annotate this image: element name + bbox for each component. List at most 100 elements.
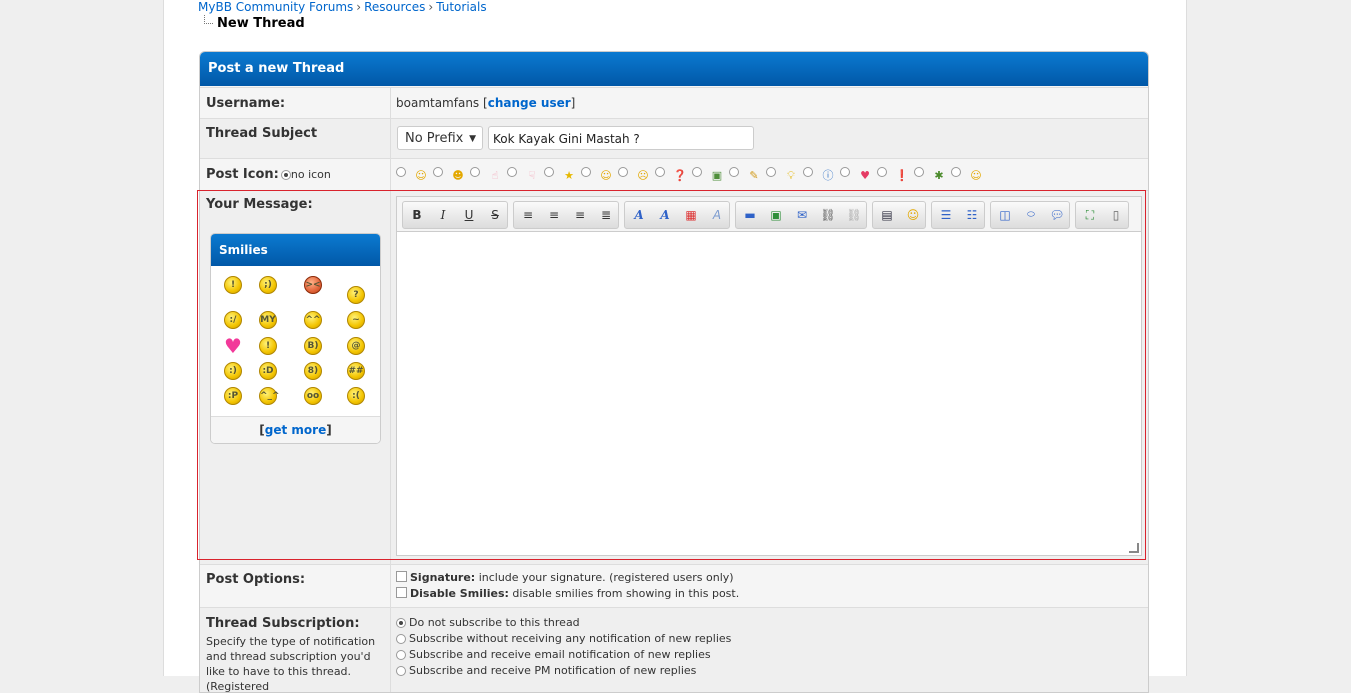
post-icon-label: Post Icon: no icon [206, 167, 331, 182]
shades-smiley-icon[interactable]: 8) [304, 362, 322, 380]
post-icon-radio[interactable] [766, 167, 776, 177]
font-size-icon[interactable]: A [655, 206, 675, 224]
post-icon-radio[interactable] [470, 167, 480, 177]
video-icon[interactable]: ▤ [877, 206, 897, 224]
post-icon-radio[interactable] [951, 167, 961, 177]
happy-smiley-icon[interactable]: :D [259, 362, 277, 380]
insert-image-icon[interactable]: ▣ [766, 206, 786, 224]
post-icon-radio[interactable] [840, 167, 850, 177]
post-icon-radio[interactable] [877, 167, 887, 177]
smilies-title: Smilies [211, 234, 380, 266]
horizontal-rule-icon[interactable]: ▬ [740, 206, 760, 224]
tongue-smiley-icon[interactable]: :P [224, 387, 242, 405]
resize-handle-icon[interactable] [1129, 543, 1139, 553]
breadcrumb-separator: › [428, 0, 434, 14]
subscription-row: Thread Subscription: Specify the type of… [200, 607, 1148, 692]
grin-smiley-icon[interactable]: ## [347, 362, 365, 380]
bullet-list-icon[interactable]: ☰ [936, 206, 956, 224]
subscription-option: Subscribe without receiving any notifica… [396, 632, 731, 645]
post-icon-radio[interactable] [433, 167, 443, 177]
font-color-icon[interactable]: ▦ [681, 206, 701, 224]
thumbs-down-icon: ☟ [528, 169, 536, 182]
align-right-icon[interactable]: ≡ [570, 206, 590, 224]
blush-smiley-icon[interactable]: ^_^ [259, 387, 280, 405]
post-icon-radio[interactable] [655, 167, 665, 177]
sleepy-smiley-icon[interactable]: ~ [347, 311, 365, 329]
post-icon-radio[interactable] [396, 167, 406, 177]
dizzy-smiley-icon[interactable]: @ [347, 337, 365, 355]
underline-icon[interactable]: U [459, 206, 479, 224]
unlink-icon[interactable]: ⛓ [844, 206, 864, 224]
no-icon-radio[interactable] [280, 169, 291, 180]
rolleyes-smiley-icon[interactable]: oo [304, 387, 322, 405]
post-icon-radio[interactable] [544, 167, 554, 177]
breadcrumb-link-resources[interactable]: Resources [364, 0, 425, 14]
post-icon-radio[interactable] [581, 167, 591, 177]
remove-format-icon[interactable]: A [707, 206, 727, 224]
quote-icon[interactable]: 💬︎ [1047, 206, 1067, 224]
subscription-option-label: Subscribe without receiving any notifica… [409, 632, 732, 645]
prefix-select[interactable]: No Prefix ▼ [397, 126, 483, 150]
heart-smiley-icon[interactable]: ♥ [224, 336, 242, 356]
post-icon-options: ☺ ☻ ☝ ☟ ★ ☺ ☹ ❓ ▣ ✎ 💡︎ ⓘ ♥ ❗ ✱ ☺ [396, 166, 996, 186]
source-mode-icon[interactable]: ▯ [1106, 206, 1126, 224]
signature-checkbox[interactable] [396, 571, 407, 582]
bold-icon[interactable]: B [407, 206, 427, 224]
numbered-list-icon[interactable]: ☷ [962, 206, 982, 224]
angel-smiley-icon[interactable]: ^^ [304, 311, 322, 329]
change-user-link[interactable]: change user [488, 96, 571, 110]
code-icon[interactable]: ◫ [995, 206, 1015, 224]
php-icon[interactable]: ⬭ [1021, 206, 1041, 224]
no-icon-label: no icon [290, 168, 331, 181]
align-center-icon[interactable]: ≡ [544, 206, 564, 224]
message-textarea[interactable] [397, 232, 1141, 555]
subscription-radio[interactable] [396, 666, 406, 676]
breadcrumb-link-forums[interactable]: MyBB Community Forums [198, 0, 353, 14]
username-label: Username: [206, 96, 286, 111]
dropdown-arrow-icon: ▼ [469, 134, 476, 144]
wink-smiley-icon[interactable]: ;) [259, 276, 277, 294]
toolbar-group-font: A A ▦ A [624, 201, 730, 229]
insert-link-icon[interactable]: ⛓ [818, 206, 838, 224]
lightbulb-smiley-icon[interactable]: ! [224, 276, 242, 294]
thumbs-up-icon: ☝ [491, 169, 499, 182]
post-icon-radio[interactable] [507, 167, 517, 177]
smile-smiley-icon[interactable]: :) [224, 362, 242, 380]
exclamation-smiley-icon[interactable]: ! [259, 337, 277, 355]
maximize-icon[interactable]: ⛶ [1080, 206, 1100, 224]
strikethrough-icon[interactable]: S [485, 206, 505, 224]
italic-icon[interactable]: I [433, 206, 453, 224]
bracket-close: ] [326, 423, 332, 437]
font-name-icon[interactable]: A [629, 206, 649, 224]
undecided-smiley-icon[interactable]: :/ [224, 311, 242, 329]
sad-smiley-icon[interactable]: :( [347, 387, 365, 405]
justify-icon[interactable]: ≣ [596, 206, 616, 224]
post-icon-radio[interactable] [729, 167, 739, 177]
signature-title: Signature: [410, 571, 476, 584]
subscription-radio[interactable] [396, 634, 406, 644]
post-icon-radio[interactable] [803, 167, 813, 177]
align-left-icon[interactable]: ≡ [518, 206, 538, 224]
post-icon-radio[interactable] [618, 167, 628, 177]
insert-email-icon[interactable]: ✉ [792, 206, 812, 224]
mybb-smiley-icon[interactable]: MY [259, 311, 277, 329]
post-icon-radio[interactable] [692, 167, 702, 177]
angry-smiley-icon[interactable]: >< [304, 276, 322, 294]
subscription-radio[interactable] [396, 650, 406, 660]
confused-smiley-icon[interactable]: ? [347, 286, 365, 304]
cool-smiley-icon[interactable]: B) [304, 337, 322, 355]
column-divider [390, 88, 391, 118]
form-title: Post a new Thread [200, 52, 1148, 86]
subject-input[interactable]: Kok Kayak Gini Mastah ? [488, 126, 754, 150]
username-value-group: boamtamfans [change user] [396, 96, 575, 110]
breadcrumb-link-tutorials[interactable]: Tutorials [436, 0, 486, 14]
subject-label: Thread Subject [206, 126, 318, 141]
breadcrumb-current: New Thread [204, 15, 305, 31]
subscription-option-label: Subscribe and receive email notification… [409, 648, 711, 661]
emoticon-icon[interactable]: ☺ [903, 206, 923, 224]
post-icon-radio[interactable] [914, 167, 924, 177]
disable-smilies-checkbox[interactable] [396, 587, 407, 598]
get-more-smilies-link[interactable]: get more [265, 423, 326, 437]
subscription-radio[interactable] [396, 618, 406, 628]
angel-icon: ☺ [970, 169, 982, 182]
